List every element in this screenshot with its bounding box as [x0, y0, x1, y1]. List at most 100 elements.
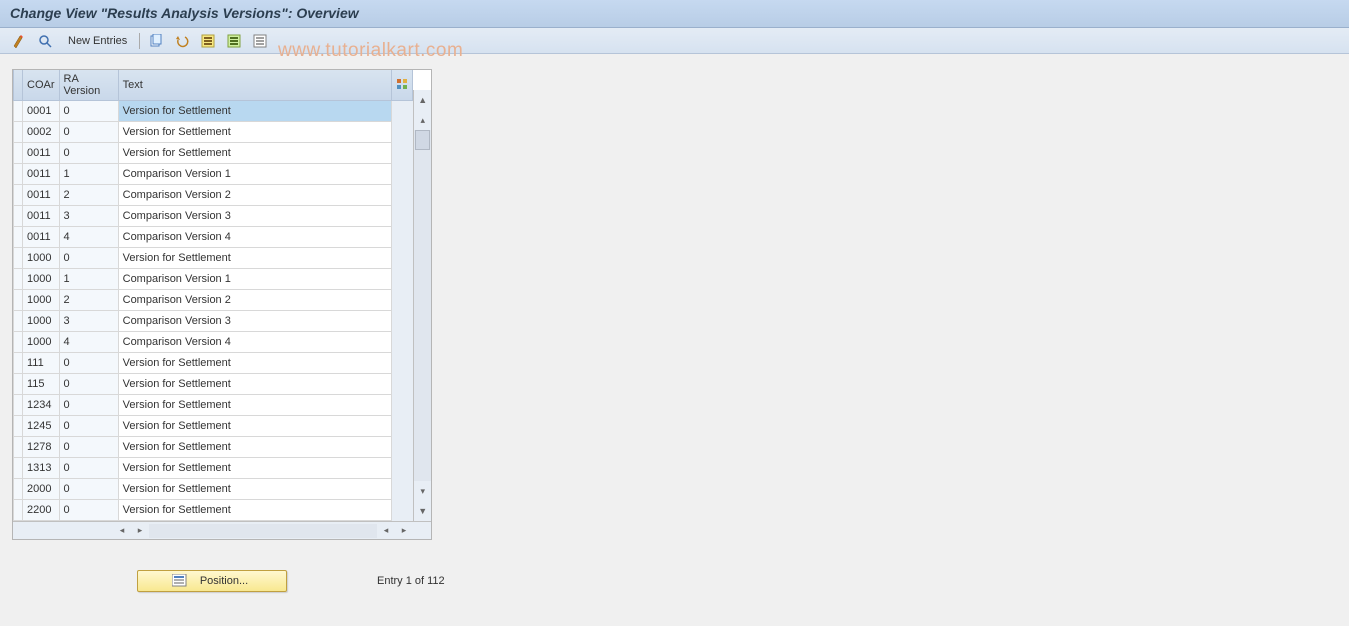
cell-coar[interactable]: 2000 — [23, 479, 60, 500]
table-row[interactable]: 00110Version for Settlement — [14, 143, 413, 164]
row-handle[interactable] — [14, 479, 23, 500]
cell-ra-version[interactable]: 4 — [59, 332, 118, 353]
cell-ra-version[interactable]: 4 — [59, 227, 118, 248]
cell-ra-version[interactable]: 0 — [59, 353, 118, 374]
cell-text[interactable]: Comparison Version 4 — [118, 227, 392, 248]
cell-text[interactable]: Comparison Version 2 — [118, 185, 392, 206]
row-handle[interactable] — [14, 437, 23, 458]
cell-coar[interactable]: 115 — [23, 374, 60, 395]
cell-coar[interactable]: 1000 — [23, 290, 60, 311]
table-row[interactable]: 12450Version for Settlement — [14, 416, 413, 437]
cell-text[interactable]: Comparison Version 4 — [118, 332, 392, 353]
cell-text[interactable]: Version for Settlement — [118, 416, 392, 437]
cell-ra-version[interactable]: 1 — [59, 269, 118, 290]
cell-text[interactable]: Version for Settlement — [118, 437, 392, 458]
select-all-icon[interactable] — [198, 32, 218, 50]
row-handle[interactable] — [14, 143, 23, 164]
cell-ra-version[interactable]: 0 — [59, 500, 118, 521]
row-handle[interactable] — [14, 500, 23, 521]
cell-ra-version[interactable]: 0 — [59, 122, 118, 143]
cell-ra-version[interactable]: 1 — [59, 164, 118, 185]
table-row[interactable]: 12340Version for Settlement — [14, 395, 413, 416]
hscroll-left-icon[interactable]: ◂ — [113, 525, 131, 536]
cell-ra-version[interactable]: 0 — [59, 416, 118, 437]
row-handle[interactable] — [14, 164, 23, 185]
row-handle[interactable] — [14, 416, 23, 437]
row-handle[interactable] — [14, 269, 23, 290]
table-row[interactable]: 1150Version for Settlement — [14, 374, 413, 395]
scroll-up-icon[interactable]: ▲ — [414, 90, 431, 110]
cell-coar[interactable]: 0011 — [23, 164, 60, 185]
table-row[interactable]: 10002Comparison Version 2 — [14, 290, 413, 311]
cell-text[interactable]: Comparison Version 1 — [118, 164, 392, 185]
row-handle[interactable] — [14, 290, 23, 311]
cell-ra-version[interactable]: 0 — [59, 479, 118, 500]
col-header-coar[interactable]: COAr — [23, 70, 60, 101]
cell-coar[interactable]: 0011 — [23, 206, 60, 227]
hscroll-right-step-icon[interactable]: ◂ — [377, 525, 395, 536]
position-button[interactable]: Position... — [137, 570, 287, 592]
col-header-ra-version[interactable]: RA Version — [59, 70, 118, 101]
cell-ra-version[interactable]: 0 — [59, 143, 118, 164]
cell-text[interactable]: Comparison Version 1 — [118, 269, 392, 290]
cell-coar[interactable]: 0002 — [23, 122, 60, 143]
table-row[interactable]: 20000Version for Settlement — [14, 479, 413, 500]
cell-text[interactable]: Comparison Version 2 — [118, 290, 392, 311]
table-row[interactable]: 00020Version for Settlement — [14, 122, 413, 143]
row-handle[interactable] — [14, 206, 23, 227]
cell-text[interactable]: Version for Settlement — [118, 458, 392, 479]
table-row[interactable]: 10004Comparison Version 4 — [14, 332, 413, 353]
cell-ra-version[interactable]: 0 — [59, 101, 118, 122]
cell-coar[interactable]: 1000 — [23, 248, 60, 269]
cell-coar[interactable]: 2200 — [23, 500, 60, 521]
table-row[interactable]: 13130Version for Settlement — [14, 458, 413, 479]
row-handle[interactable] — [14, 353, 23, 374]
cell-text[interactable]: Version for Settlement — [118, 500, 392, 521]
table-row[interactable]: 10001Comparison Version 1 — [14, 269, 413, 290]
cell-ra-version[interactable]: 2 — [59, 185, 118, 206]
cell-ra-version[interactable]: 0 — [59, 437, 118, 458]
scroll-down-icon[interactable]: ▼ — [414, 501, 431, 521]
cell-text[interactable]: Version for Settlement — [118, 374, 392, 395]
scroll-thumb[interactable] — [415, 130, 430, 150]
cell-coar[interactable]: 1313 — [23, 458, 60, 479]
cell-coar[interactable]: 0011 — [23, 143, 60, 164]
cell-text[interactable]: Comparison Version 3 — [118, 206, 392, 227]
cell-coar[interactable]: 1245 — [23, 416, 60, 437]
table-row[interactable]: 00010Version for Settlement — [14, 101, 413, 122]
row-handle[interactable] — [14, 227, 23, 248]
row-handle[interactable] — [14, 185, 23, 206]
cell-coar[interactable]: 1234 — [23, 395, 60, 416]
table-row[interactable]: 00114Comparison Version 4 — [14, 227, 413, 248]
cell-coar[interactable]: 0011 — [23, 185, 60, 206]
change-display-icon[interactable] — [10, 32, 30, 50]
scroll-track[interactable] — [414, 130, 431, 481]
table-row[interactable]: 12780Version for Settlement — [14, 437, 413, 458]
cell-ra-version[interactable]: 0 — [59, 248, 118, 269]
cell-coar[interactable]: 1000 — [23, 332, 60, 353]
hscroll-left-step-icon[interactable]: ▸ — [131, 525, 149, 536]
table-config-button[interactable] — [392, 70, 413, 101]
cell-ra-version[interactable]: 0 — [59, 374, 118, 395]
select-block-icon[interactable] — [224, 32, 244, 50]
row-handle[interactable] — [14, 395, 23, 416]
find-icon[interactable] — [36, 32, 56, 50]
cell-coar[interactable]: 0011 — [23, 227, 60, 248]
new-entries-button[interactable]: New Entries — [62, 35, 133, 47]
table-row[interactable]: 00112Comparison Version 2 — [14, 185, 413, 206]
scroll-down-step-icon[interactable]: ▾ — [414, 481, 431, 501]
deselect-all-icon[interactable] — [250, 32, 270, 50]
table-row[interactable]: 10000Version for Settlement — [14, 248, 413, 269]
cell-coar[interactable]: 1000 — [23, 269, 60, 290]
horizontal-scrollbar[interactable]: ◂ ▸ ◂ ▸ — [13, 521, 431, 539]
cell-text[interactable]: Version for Settlement — [118, 395, 392, 416]
undo-icon[interactable] — [172, 32, 192, 50]
table-row[interactable]: 22000Version for Settlement — [14, 500, 413, 521]
cell-text[interactable]: Version for Settlement — [118, 101, 392, 122]
col-header-text[interactable]: Text — [118, 70, 392, 101]
row-handle[interactable] — [14, 122, 23, 143]
table-row[interactable]: 10003Comparison Version 3 — [14, 311, 413, 332]
cell-ra-version[interactable]: 3 — [59, 206, 118, 227]
row-handle-header[interactable] — [14, 70, 23, 101]
vertical-scrollbar[interactable]: ▲ ▴ ▾ ▼ — [413, 90, 431, 521]
